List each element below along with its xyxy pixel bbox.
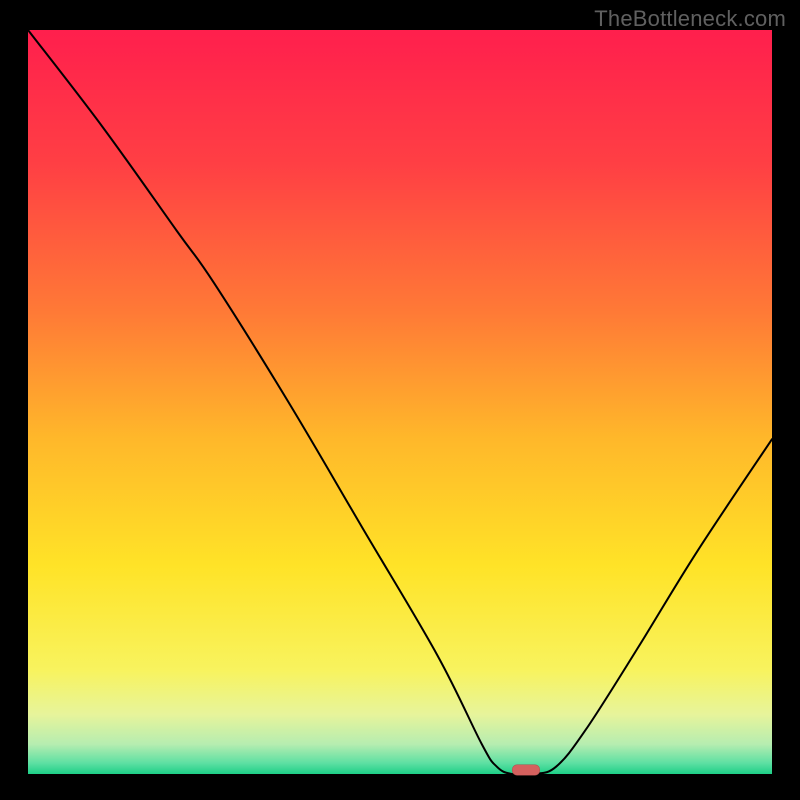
optimal-marker [512, 765, 540, 776]
chart-frame: TheBottleneck.com [0, 0, 800, 800]
bottleneck-curve [28, 30, 772, 774]
watermark-text: TheBottleneck.com [594, 6, 786, 32]
plot-area [28, 30, 772, 774]
